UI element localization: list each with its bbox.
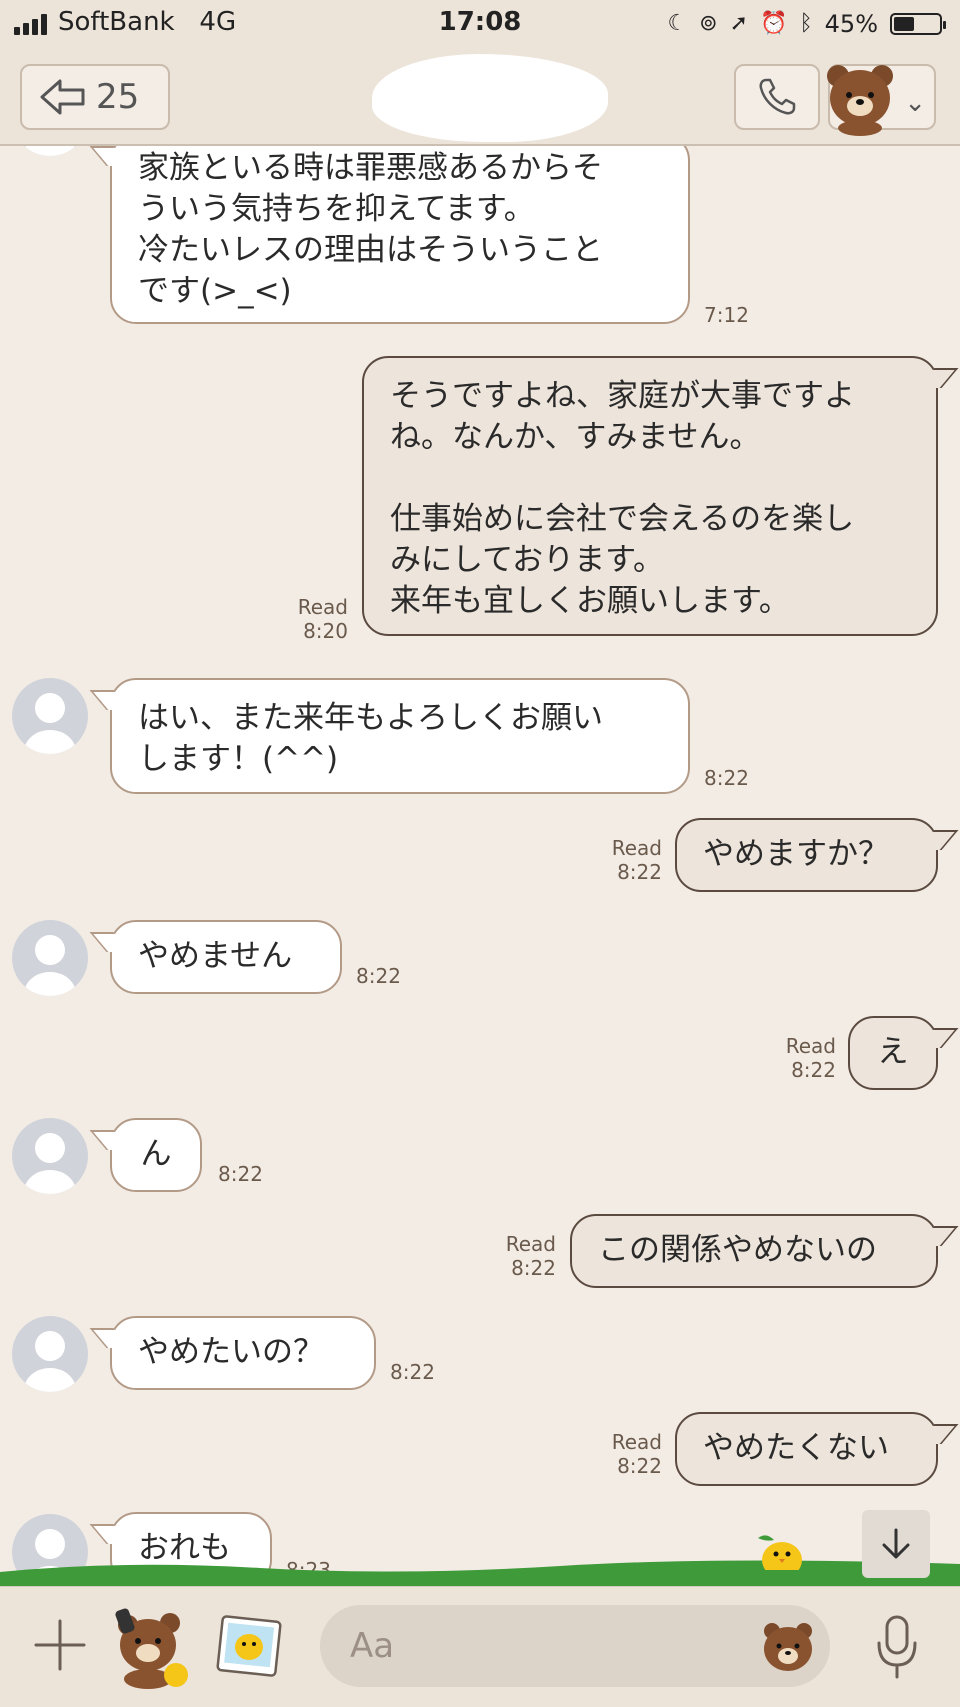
avatar[interactable] — [12, 146, 88, 156]
read-receipt: Read — [505, 1232, 556, 1256]
message-bubble[interactable]: やめたいの？ — [110, 1316, 376, 1390]
moon-icon: ☾ — [667, 11, 688, 36]
message-bubble[interactable]: やめません — [110, 920, 342, 994]
bear-profile-icon — [827, 65, 893, 136]
status-bar: SoftBank 4G 17:08 ☾ ⊚ ➚ ⏰ ᛒ 45% — [0, 0, 960, 48]
grass-decoration — [0, 1560, 960, 1588]
message-bubble[interactable]: え — [848, 1016, 938, 1090]
avatar[interactable] — [12, 1316, 88, 1392]
alarm-icon: ⏰ — [760, 11, 788, 36]
message-input[interactable]: Aa — [320, 1605, 830, 1687]
message-time: 8:22 — [356, 964, 401, 988]
message-time: 8:22 — [791, 1058, 836, 1082]
read-receipt: Read — [611, 1430, 662, 1454]
message-time: 7:12 — [704, 303, 749, 327]
emoji-icon[interactable] — [760, 1619, 816, 1673]
bluetooth-icon: ᛒ — [799, 11, 813, 36]
location-icon: ➚ — [729, 11, 749, 36]
message-input-bar: Aa — [0, 1586, 960, 1707]
battery-percent: 45% — [824, 10, 878, 38]
message-bubble[interactable]: やめますか？ — [675, 818, 938, 892]
message-time: 8:22 — [617, 860, 662, 884]
back-button[interactable]: 25 — [20, 64, 170, 130]
back-arrow-icon — [40, 79, 85, 115]
microphone-icon[interactable] — [874, 1613, 920, 1681]
message-time: 8:22 — [218, 1162, 263, 1186]
battery-fill — [894, 17, 914, 31]
chat-header: 25 ⌄ — [0, 48, 960, 146]
chevron-down-icon: ⌄ — [904, 88, 926, 118]
message-bubble[interactable]: はい、また来年もよろしくお願い します！(^^) — [110, 678, 690, 794]
message-meta: Read 8:22 — [584, 1430, 662, 1478]
arrow-down-icon — [882, 1528, 910, 1559]
message-list[interactable]: 家族といる時は罪悪感あるからそ ういう気持ちを抑えてます。 冷たいレスの理由はそ… — [0, 146, 960, 1586]
read-receipt: Read — [785, 1034, 836, 1058]
message-bubble[interactable]: この関係やめないの — [570, 1214, 938, 1288]
message-bubble[interactable]: ん — [110, 1118, 202, 1192]
avatar[interactable] — [12, 1118, 88, 1194]
plus-icon[interactable] — [32, 1617, 88, 1673]
status-icons: ☾ ⊚ ➚ ⏰ ᛒ 45% — [667, 7, 946, 41]
message-time: 8:22 — [617, 1454, 662, 1478]
sticker-icon[interactable] — [112, 1605, 192, 1689]
message-bubble[interactable]: やめたくない — [675, 1412, 938, 1486]
message-meta: Read 8:22 — [584, 836, 662, 884]
input-placeholder: Aa — [350, 1626, 395, 1666]
battery-icon — [890, 13, 946, 35]
avatar[interactable] — [12, 920, 88, 996]
message-time: 8:22 — [511, 1256, 556, 1280]
read-receipt: Read — [297, 595, 348, 619]
message-bubble[interactable]: 家族といる時は罪悪感あるからそ ういう気持ちを抑えてます。 冷たいレスの理由はそ… — [110, 146, 690, 324]
scroll-to-bottom-button[interactable] — [862, 1510, 930, 1578]
phone-icon — [759, 78, 796, 115]
avatar[interactable] — [12, 678, 88, 754]
message-meta: Read 8:20 — [270, 595, 348, 643]
contact-name-redacted — [372, 54, 608, 142]
message-bubble[interactable]: そうですよね、家庭が大事ですよ ね。なんか、すみません。 仕事始めに会社で会える… — [362, 356, 938, 636]
message-meta: Read 8:22 — [478, 1232, 556, 1280]
unread-count: 25 — [96, 77, 140, 117]
orientation-lock-icon: ⊚ — [699, 11, 718, 36]
message-time: 8:22 — [704, 766, 749, 790]
read-receipt: Read — [611, 836, 662, 860]
photo-icon[interactable] — [216, 1613, 282, 1679]
chick-icon — [758, 1535, 802, 1570]
menu-button[interactable]: ⌄ — [827, 64, 936, 136]
message-time: 8:22 — [390, 1360, 435, 1384]
message-meta: Read 8:22 — [758, 1034, 836, 1082]
call-button[interactable] — [734, 64, 820, 130]
message-time: 8:20 — [303, 619, 348, 643]
